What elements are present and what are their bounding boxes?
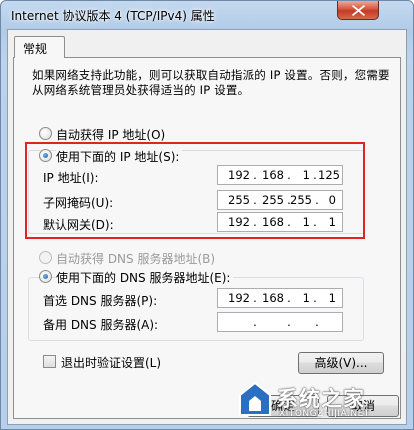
validate-on-exit-checkbox[interactable] (43, 355, 56, 368)
manual-dns-label[interactable]: 使用下面的 DNS 服务器地址(E): (56, 269, 234, 286)
dialog-window: Internet 协议版本 4 (TCP/IPv4) 属性 常规 如果网络支持此… (0, 0, 414, 430)
preferred-dns-input[interactable]: 192. 168. 1. 1 (217, 288, 343, 308)
watermark-logo-icon (239, 381, 271, 416)
auto-dns-label[interactable]: 自动获得 DNS 服务器地址(B) (56, 250, 215, 267)
close-button[interactable] (337, 1, 379, 20)
advanced-button[interactable]: 高级(V)... (298, 352, 384, 374)
alternate-dns-input[interactable]: . . . (217, 312, 343, 332)
auto-ip-label[interactable]: 自动获得 IP 地址(O) (56, 126, 165, 143)
manual-dns-radio[interactable] (39, 270, 52, 283)
watermark: 系统之家 XITONGZHIJIA.NET (237, 377, 407, 423)
highlight-box (25, 142, 365, 239)
description-text: 如果网络支持此功能，则可以获取自动指派的 IP 设置。否则，您需要从网络系统管理… (32, 68, 390, 97)
window-title: Internet 协议版本 4 (TCP/IPv4) 属性 (11, 9, 215, 23)
auto-dns-radio[interactable] (39, 251, 52, 264)
tab-general[interactable]: 常规 (14, 36, 65, 58)
close-icon (352, 5, 365, 16)
watermark-subtext: XITONGZHIJIA.NET (279, 409, 370, 419)
auto-ip-radio[interactable] (39, 127, 52, 140)
tab-general-label: 常规 (23, 42, 48, 56)
preferred-dns-label: 首选 DNS 服务器(P): (43, 294, 158, 308)
validate-on-exit-label[interactable]: 退出时验证设置(L) (61, 354, 161, 371)
title-bar[interactable]: Internet 协议版本 4 (TCP/IPv4) 属性 (1, 1, 413, 31)
alternate-dns-label: 备用 DNS 服务器(A): (43, 318, 159, 332)
